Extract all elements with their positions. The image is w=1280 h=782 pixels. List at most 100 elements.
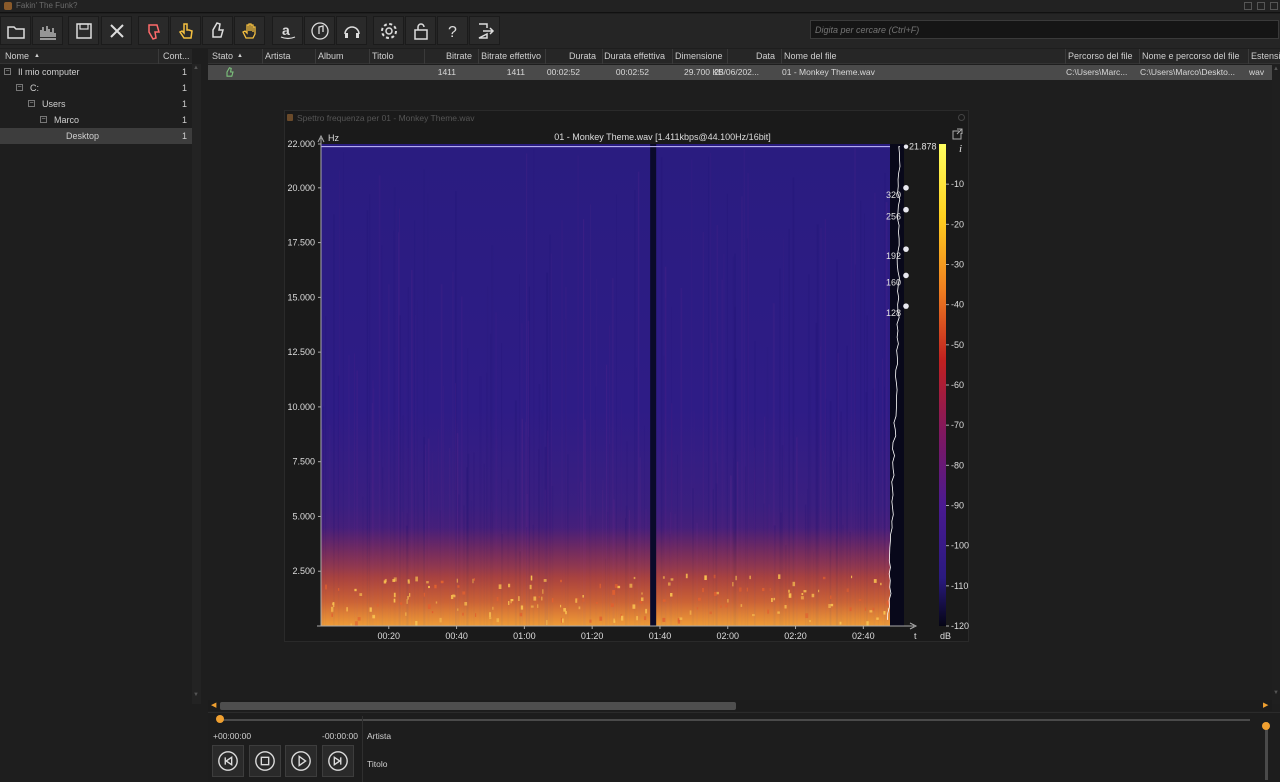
column-header-13[interactable]: Estensione — [1251, 51, 1280, 61]
title-bar: Fakin' The Funk? — [0, 0, 1280, 13]
minimize-icon[interactable] — [1244, 2, 1252, 10]
thumbs-down-button[interactable] — [138, 16, 169, 45]
scroll-up-icon[interactable]: ▲ — [193, 65, 199, 71]
seek-bar[interactable] — [220, 719, 1250, 721]
column-divider[interactable] — [1248, 49, 1249, 64]
skip-forward-icon — [328, 751, 348, 771]
column-divider[interactable] — [369, 49, 370, 64]
close-window-icon[interactable] — [1270, 2, 1278, 10]
previous-button[interactable] — [212, 745, 244, 777]
bitrate-marker-label: 160 — [886, 277, 901, 287]
low-frequency-peak — [740, 604, 743, 607]
tree-item-users[interactable]: − Users 1 — [0, 96, 192, 112]
low-frequency-peak — [771, 598, 773, 603]
headphones-button[interactable] — [336, 16, 367, 45]
tree-item-il-mio-computer[interactable]: − Il mio computer 1 — [0, 64, 192, 80]
hand-stop-button[interactable] — [234, 16, 265, 45]
popout-icon[interactable] — [952, 128, 963, 140]
low-frequency-peak — [639, 601, 643, 604]
gear-button[interactable] — [373, 16, 404, 45]
column-header-6[interactable]: Durata — [569, 51, 596, 61]
column-divider[interactable] — [1065, 49, 1066, 64]
column-divider[interactable] — [727, 49, 728, 64]
column-header-9[interactable]: Data — [756, 51, 775, 61]
low-frequency-peak — [828, 604, 831, 609]
tree-item-marco[interactable]: − Marco 1 — [0, 112, 192, 128]
column-header-8[interactable]: Dimensione — [675, 51, 723, 61]
scroll-down-icon[interactable]: ▼ — [193, 692, 199, 698]
spectrum-analysis-button[interactable] — [32, 16, 63, 45]
column-header-0[interactable]: Stato — [212, 51, 233, 61]
table-row[interactable]: 1411 1411 00:02:52 00:02:52 29.700 KB 25/06/2… — [208, 65, 1272, 80]
column-header-2[interactable]: Album — [318, 51, 344, 61]
collapse-icon[interactable]: − — [4, 68, 11, 75]
low-frequency-peak — [393, 598, 396, 603]
low-frequency-peak — [434, 584, 437, 589]
tree-item-desktop[interactable]: Desktop 1 — [0, 128, 192, 144]
stop-button[interactable] — [249, 745, 281, 777]
column-header-1[interactable]: Artista — [265, 51, 291, 61]
x-tick-label: 00:20 — [378, 631, 401, 641]
column-header-11[interactable]: Percorso del file — [1068, 51, 1133, 61]
low-frequency-peak — [560, 617, 562, 623]
column-header-7[interactable]: Durata effettiva — [604, 51, 665, 61]
hand-point-button[interactable] — [170, 16, 201, 45]
sort-up-icon: ▲ — [34, 53, 40, 59]
column-divider[interactable] — [478, 49, 479, 64]
column-divider[interactable] — [545, 49, 546, 64]
volume-slider[interactable] — [1265, 722, 1268, 780]
unlock-button[interactable] — [405, 16, 436, 45]
volume-handle[interactable] — [1262, 722, 1270, 730]
column-header-4[interactable]: Bitrate — [446, 51, 472, 61]
cell-data: 25/06/202... — [714, 67, 759, 77]
close-x-button[interactable] — [101, 16, 132, 45]
low-frequency-peak — [595, 602, 598, 605]
amazon-button[interactable]: a — [272, 16, 303, 45]
collapse-icon[interactable]: − — [28, 100, 35, 107]
column-divider[interactable] — [1139, 49, 1140, 64]
column-divider[interactable] — [781, 49, 782, 64]
maximize-icon[interactable] — [1257, 2, 1265, 10]
play-button[interactable] — [285, 745, 317, 777]
column-divider[interactable] — [602, 49, 603, 64]
scroll-left-icon[interactable]: ◀ — [211, 701, 216, 709]
scroll-down-icon[interactable]: ▼ — [1273, 690, 1279, 696]
column-divider[interactable] — [262, 49, 263, 64]
exit-button[interactable] — [469, 16, 500, 45]
low-frequency-peak — [406, 599, 408, 604]
next-button[interactable] — [322, 745, 354, 777]
column-divider[interactable] — [158, 49, 159, 64]
column-divider[interactable] — [315, 49, 316, 64]
column-divider[interactable] — [672, 49, 673, 64]
column-header-10[interactable]: Nome del file — [784, 51, 837, 61]
list-vertical-scrollbar[interactable]: ▲ ▼ — [1272, 64, 1280, 704]
app-title: Fakin' The Funk? — [16, 1, 78, 10]
hand-point-icon — [178, 22, 193, 39]
thumbs-up-icon[interactable] — [224, 66, 236, 80]
column-divider[interactable] — [424, 49, 425, 64]
collapse-icon[interactable]: − — [40, 116, 47, 123]
low-frequency-peak — [739, 587, 742, 592]
scroll-up-icon[interactable]: ▲ — [1273, 66, 1279, 72]
collapse-icon[interactable]: − — [16, 84, 23, 91]
column-header-5[interactable]: Bitrate effettivo — [481, 51, 541, 61]
column-header-12[interactable]: Nome e percorso del file — [1142, 51, 1240, 61]
tree-scrollbar[interactable]: ▲ ▼ — [192, 64, 201, 704]
tree-item-c[interactable]: − C: 1 — [0, 80, 192, 96]
spectrum-close-icon[interactable] — [958, 114, 965, 121]
music-note-button[interactable] — [304, 16, 335, 45]
search-input[interactable] — [810, 20, 1279, 39]
save-button[interactable] — [68, 16, 99, 45]
title-label: Titolo — [367, 759, 388, 769]
folder-open-button[interactable] — [0, 16, 31, 45]
horizontal-scroll-thumb[interactable] — [220, 702, 736, 710]
tree-header-count[interactable]: Cont... — [163, 51, 190, 61]
low-frequency-peak — [357, 617, 361, 621]
help-button[interactable]: ? — [437, 16, 468, 45]
tree-header-name[interactable]: Nome — [5, 51, 29, 61]
thumbs-up-button[interactable] — [202, 16, 233, 45]
scroll-right-icon[interactable]: ▶ — [1263, 701, 1268, 709]
low-frequency-peak — [428, 585, 430, 589]
seek-handle[interactable] — [216, 715, 224, 723]
column-header-3[interactable]: Titolo — [372, 51, 394, 61]
